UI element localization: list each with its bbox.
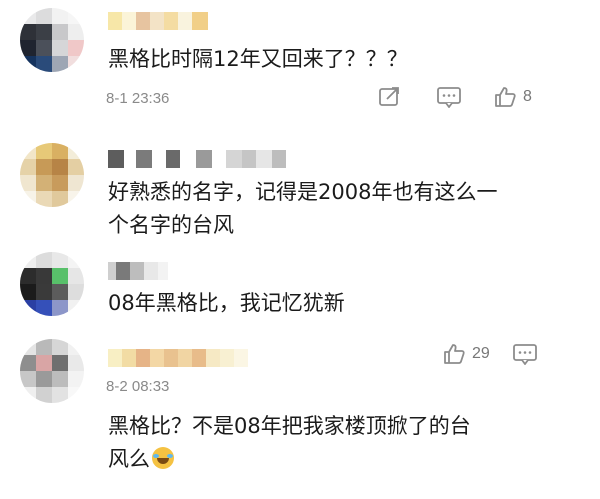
username-redacted[interactable] [108, 349, 248, 367]
like-button[interactable]: 29 [442, 342, 490, 366]
avatar[interactable] [20, 339, 84, 403]
comment-reply-icon[interactable] [436, 86, 462, 108]
laugh-cry-emoji-icon [152, 447, 174, 469]
comment-text: 黑格比？不是08年把我家楼顶掀了的台 风么 [108, 414, 471, 471]
comment-text: 黑格比时隔12年又回来了？？？ [108, 47, 408, 71]
like-count: 8 [523, 88, 532, 105]
thumbs-up-icon [493, 85, 517, 109]
comment-text: 08年黑格比，我记忆犹新 [108, 291, 345, 315]
comment-text: 好熟悉的名字，记得是2008年也有这么一 个名字的台风 [108, 180, 498, 237]
username-redacted[interactable] [108, 262, 168, 280]
avatar[interactable] [20, 8, 84, 72]
username-redacted[interactable] [108, 12, 208, 30]
comment-timestamp: 8-1 23:36 [106, 90, 170, 107]
like-button[interactable]: 8 [493, 85, 532, 109]
like-count: 29 [472, 345, 490, 362]
external-link-icon[interactable] [378, 86, 402, 108]
thumbs-up-icon [442, 342, 466, 366]
avatar[interactable] [20, 252, 84, 316]
comment-reply-icon[interactable] [512, 343, 538, 365]
comment-thread: 黑格比时隔12年又回来了？？？ 8-1 23:36 8 好熟悉的名字，记得是20… [0, 0, 600, 499]
avatar[interactable] [20, 143, 84, 207]
comment-timestamp: 8-2 08:33 [106, 378, 170, 395]
username-redacted[interactable] [108, 150, 286, 168]
